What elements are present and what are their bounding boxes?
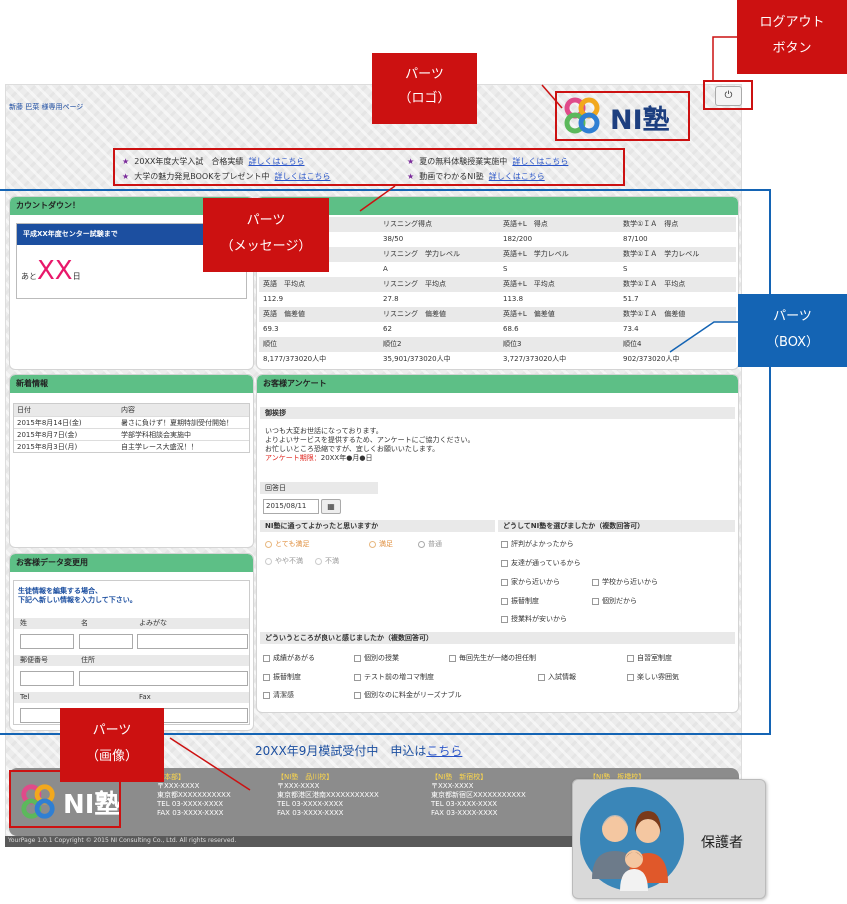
office-tel: TEL 03-XXXX-XXXX <box>157 800 224 808</box>
annotation-text: ログアウト <box>759 15 825 30</box>
office-addr: 東京都港区港南XXXXXXXXXXX <box>277 791 379 799</box>
annotation-box: パーツ （BOX） <box>738 294 847 367</box>
annotation-message: パーツ （メッセージ） <box>203 198 329 272</box>
annotation-text: （BOX） <box>766 335 819 350</box>
office-fax: FAX 03-XXXX-XXXX <box>431 809 498 817</box>
logout-connector <box>712 36 737 80</box>
box-outline <box>0 189 771 735</box>
annotation-text: ボタン <box>772 41 812 56</box>
promo-text: 20XX年9月模試受付中 申込はこちら <box>255 742 462 759</box>
office-zip: 〒XXX-XXXX <box>431 782 474 790</box>
office-addr: 東京都新宿区XXXXXXXXXXX <box>431 791 526 799</box>
office-name: 【NI塾 新宿校】 <box>431 773 488 781</box>
office-fax: FAX 03-XXXX-XXXX <box>157 809 224 817</box>
annotation-image: パーツ （画像） <box>60 708 164 782</box>
logout-outline <box>703 80 753 110</box>
annotation-text: パーツ <box>92 723 132 738</box>
office-fax: FAX 03-XXXX-XXXX <box>277 809 344 817</box>
office-name: 【本部】 <box>157 773 185 781</box>
promo-label: 20XX年9月模試受付中 申込は <box>255 744 427 758</box>
annotation-text: （ロゴ） <box>398 91 451 106</box>
office-tel: TEL 03-XXXX-XXXX <box>431 800 498 808</box>
user-label: 新藤 巴菜 様専用ページ <box>9 103 84 111</box>
office-block: 【NI塾 品川校】 〒XXX-XXXX 東京都港区港南XXXXXXXXXXX T… <box>277 773 379 818</box>
annotation-logo: パーツ （ロゴ） <box>372 53 477 124</box>
office-zip: 〒XXX-XXXX <box>157 782 200 790</box>
family-icon <box>580 787 684 891</box>
annotation-text: パーツ <box>246 213 286 228</box>
office-zip: 〒XXX-XXXX <box>277 782 320 790</box>
copyright: YourPage 1.0.1 Copyright © 2015 NI Consu… <box>8 837 237 844</box>
office-name: 【NI塾 品川校】 <box>277 773 334 781</box>
office-block: 【NI塾 新宿校】 〒XXX-XXXX 東京都新宿区XXXXXXXXXXX TE… <box>431 773 526 818</box>
office-block: 【本部】 〒XXX-XXXX 東京都XXXXXXXXXXX TEL 03-XXX… <box>157 773 231 818</box>
annotation-text: パーツ <box>405 67 444 82</box>
annotation-text: パーツ <box>773 309 812 324</box>
annotation-text: （画像） <box>85 749 138 764</box>
guardian-label: 保護者 <box>701 835 743 851</box>
annotation-logout: ログアウト ボタン <box>737 0 847 74</box>
annotation-text: （メッセージ） <box>220 239 312 254</box>
office-addr: 東京都XXXXXXXXXXX <box>157 791 231 799</box>
promo-link[interactable]: こちら <box>426 744 462 758</box>
announcement-outline <box>113 148 625 186</box>
logo-outline <box>555 91 690 141</box>
office-tel: TEL 03-XXXX-XXXX <box>277 800 344 808</box>
guardian-card: 保護者 <box>572 779 766 899</box>
